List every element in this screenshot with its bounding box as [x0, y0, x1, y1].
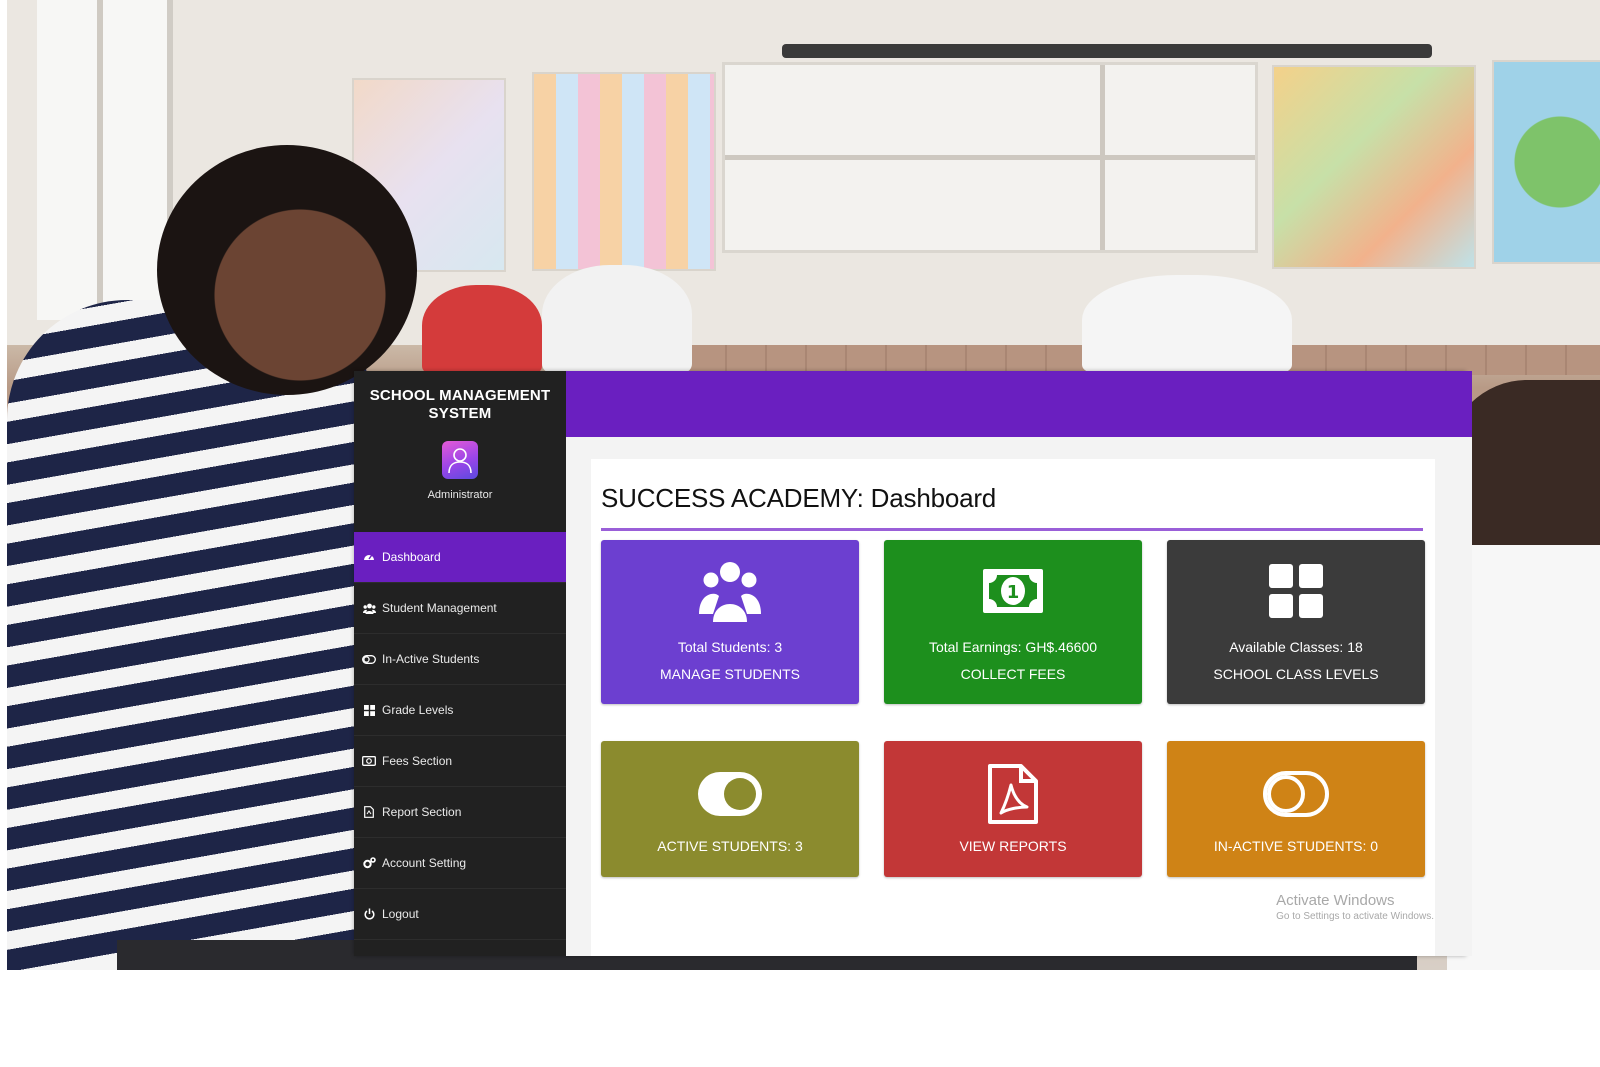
money-icon	[362, 754, 376, 768]
sidebar-item-logout[interactable]: Logout	[354, 889, 566, 940]
dashboard-icon	[362, 550, 376, 564]
collect-fees-tile[interactable]: 1 Total Earnings: GH$.46600 COLLECT FEES	[884, 540, 1142, 704]
sidebar-item-account-setting[interactable]: Account Setting	[354, 838, 566, 889]
class-levels-tile[interactable]: Available Classes: 18 SCHOOL CLASS LEVEL…	[1167, 540, 1425, 704]
school-class-levels-label: SCHOOL CLASS LEVELS	[1213, 666, 1379, 682]
svg-text:1: 1	[1007, 582, 1020, 603]
view-reports-label: VIEW REPORTS	[959, 837, 1067, 854]
user-role: Administrator	[427, 489, 493, 501]
sidebar-item-label: Account Setting	[382, 856, 467, 870]
th-large-icon	[1269, 556, 1323, 626]
manage-students-tile[interactable]: Total Students: 3 MANAGE STUDENTS	[601, 540, 859, 704]
sidebar-item-dashboard[interactable]: Dashboard	[354, 532, 566, 583]
sidebar-item-label: Report Section	[382, 805, 462, 819]
page-title: SUCCESS ACADEMY: Dashboard	[601, 483, 1423, 531]
sidebar-item-report-section[interactable]: Report Section	[354, 787, 566, 838]
watermark-title: Activate Windows	[1276, 892, 1395, 909]
collect-fees-label: COLLECT FEES	[960, 666, 1066, 682]
total-earnings-text: Total Earnings: GH$.46600	[928, 639, 1098, 655]
sidebar-item-label: In-Active Students	[382, 652, 480, 666]
users-icon	[697, 556, 763, 626]
sidebar-item-label: Logout	[382, 907, 419, 921]
sidebar: SCHOOL MANAGEMENT SYSTEM Administrator D…	[354, 371, 566, 956]
manage-students-label: MANAGE STUDENTS	[659, 666, 800, 682]
toggle-off-icon	[362, 652, 376, 666]
dashboard-tiles: Total Students: 3 MANAGE STUDENTS 1 Tota…	[601, 540, 1425, 877]
grid-icon	[362, 703, 376, 717]
money-bill-icon: 1	[981, 556, 1045, 626]
main-content: SUCCESS ACADEMY: Dashboard Total Student…	[566, 371, 1472, 956]
toggle-on-icon	[696, 759, 764, 829]
top-navbar	[566, 371, 1472, 437]
sidebar-menu: Dashboard Student Management In-Active S…	[354, 532, 566, 940]
sidebar-item-label: Student Management	[382, 601, 497, 615]
user-profile: Administrator	[354, 439, 566, 532]
sidebar-item-label: Dashboard	[382, 550, 441, 564]
dashboard-window: SCHOOL MANAGEMENT SYSTEM Administrator D…	[354, 371, 1472, 956]
sidebar-item-label: Grade Levels	[382, 703, 454, 717]
sidebar-item-inactive-students[interactable]: In-Active Students	[354, 634, 566, 685]
inactive-students-label: IN-ACTIVE STUDENTS: 0	[1213, 837, 1379, 854]
sidebar-item-grade-levels[interactable]: Grade Levels	[354, 685, 566, 736]
users-icon	[362, 601, 376, 615]
view-reports-tile[interactable]: VIEW REPORTS	[884, 741, 1142, 877]
available-classes-text: Available Classes: 18	[1229, 639, 1363, 655]
file-icon	[362, 805, 376, 819]
app-brand: SCHOOL MANAGEMENT SYSTEM	[369, 387, 551, 422]
user-avatar-icon[interactable]	[442, 441, 478, 479]
sidebar-item-fees-section[interactable]: Fees Section	[354, 736, 566, 787]
sidebar-item-label: Fees Section	[382, 754, 453, 768]
cogs-icon	[362, 856, 376, 870]
watermark-subtitle: Go to Settings to activate Windows.	[1276, 911, 1434, 922]
activate-windows-watermark: Activate Windows Go to Settings to activ…	[1276, 892, 1434, 922]
active-students-tile[interactable]: ACTIVE STUDENTS: 3	[601, 741, 859, 877]
content-area: SUCCESS ACADEMY: Dashboard Total Student…	[566, 437, 1472, 956]
power-icon	[362, 907, 376, 921]
toggle-off-icon	[1262, 759, 1330, 829]
dashboard-panel: SUCCESS ACADEMY: Dashboard Total Student…	[591, 459, 1435, 956]
file-pdf-icon	[987, 759, 1039, 829]
sidebar-item-student-management[interactable]: Student Management	[354, 583, 566, 634]
inactive-students-tile[interactable]: IN-ACTIVE STUDENTS: 0	[1167, 741, 1425, 877]
active-students-label: ACTIVE STUDENTS: 3	[657, 837, 803, 854]
total-students-text: Total Students: 3	[677, 639, 783, 655]
